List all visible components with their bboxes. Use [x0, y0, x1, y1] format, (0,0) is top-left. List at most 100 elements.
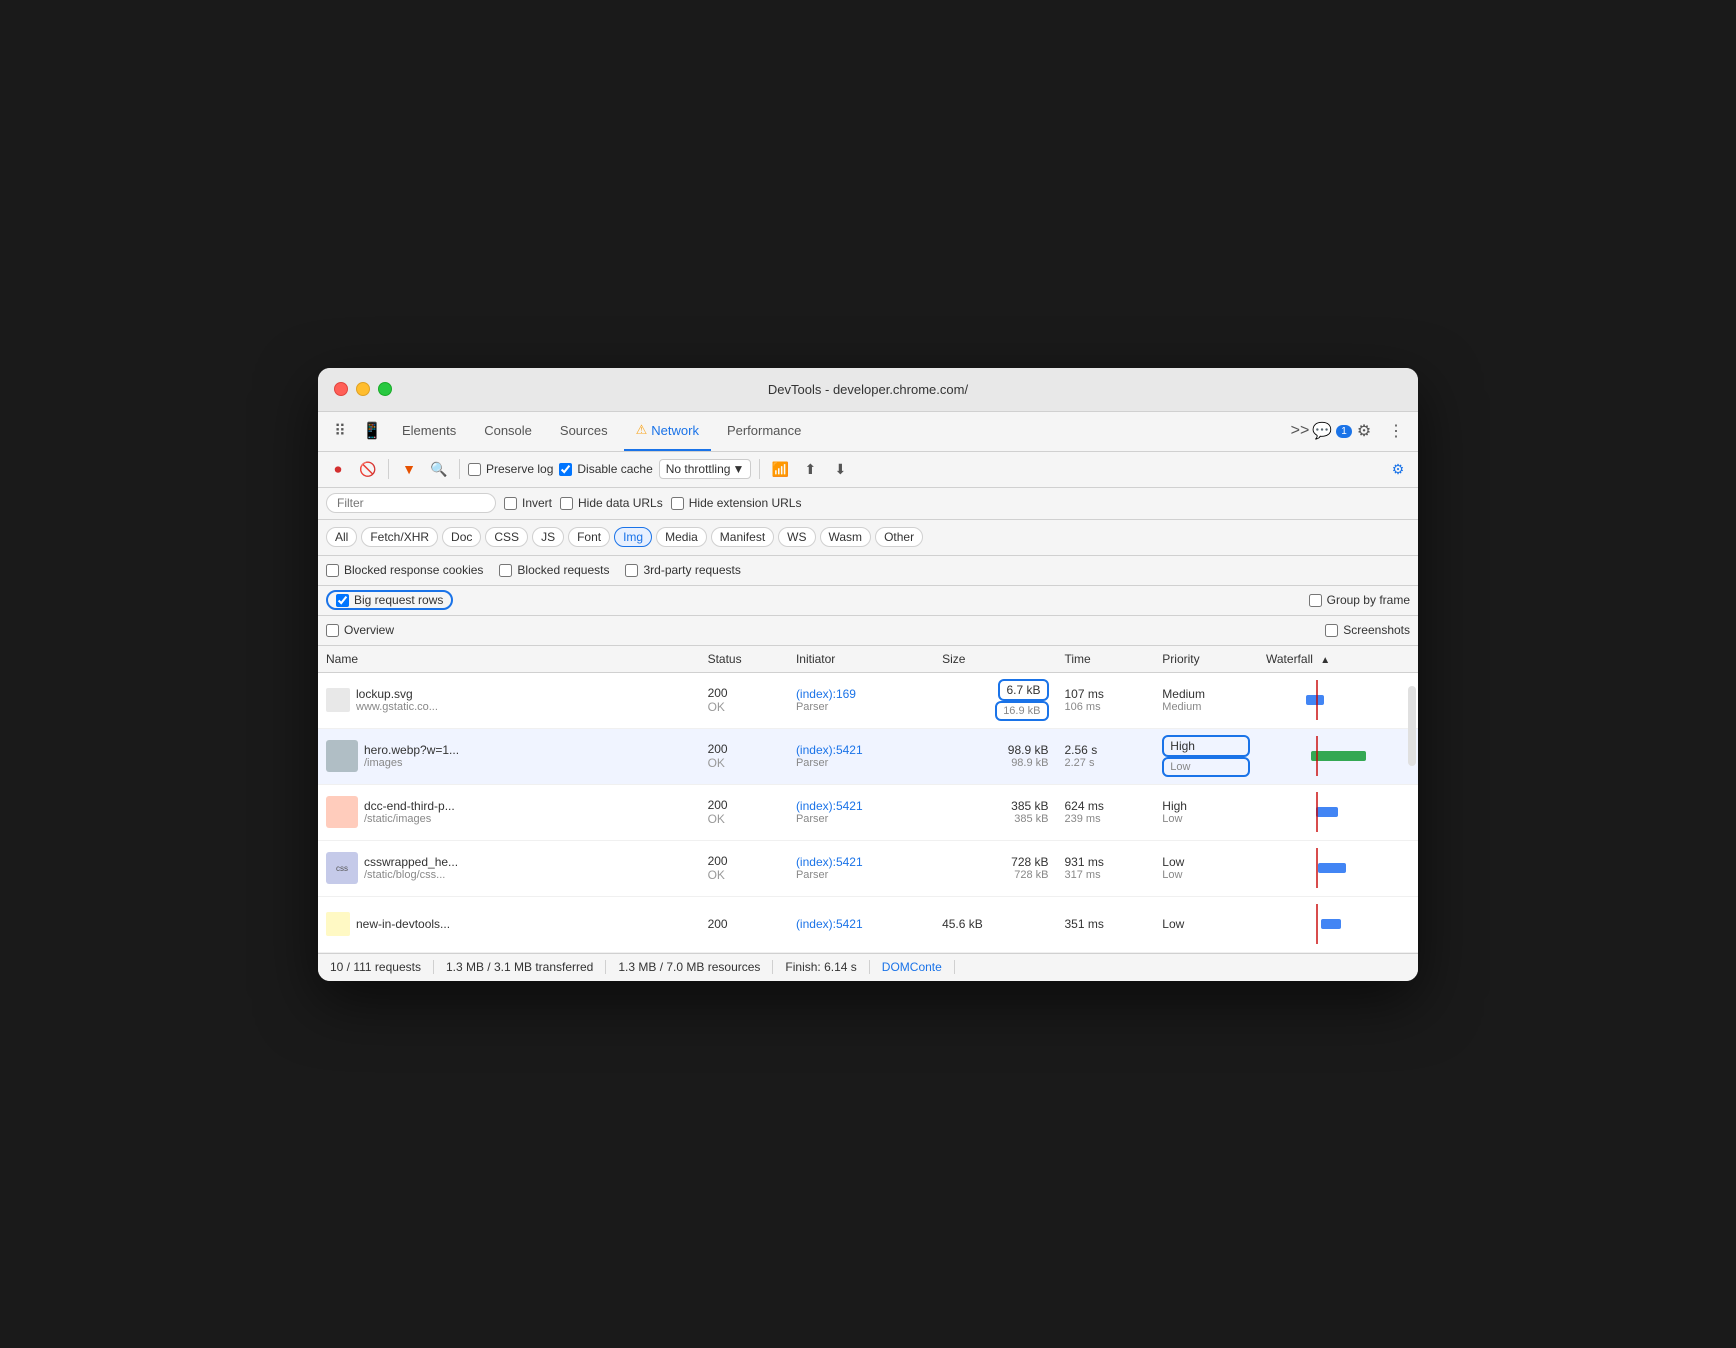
tab-network[interactable]: ⚠ Network [624, 411, 711, 451]
waterfall-cell [1258, 784, 1418, 840]
close-button[interactable] [334, 382, 348, 396]
feedback-button[interactable]: 💬1 [1318, 417, 1346, 445]
initiator-cell: (index):169 Parser [788, 672, 934, 728]
wifi-icon[interactable]: 📶 [768, 457, 792, 481]
upload-icon[interactable]: ⬆ [798, 457, 822, 481]
big-request-rows-label[interactable]: Big request rows [326, 590, 453, 610]
table-row[interactable]: lockup.svg www.gstatic.co... 200 OK [318, 672, 1418, 728]
table-header: Name Status Initiator Size Time Priority… [318, 646, 1418, 673]
initiator-link[interactable]: (index):5421 [796, 855, 926, 869]
col-initiator[interactable]: Initiator [788, 646, 934, 673]
type-filter-ws[interactable]: WS [778, 527, 815, 547]
screenshots-label[interactable]: Screenshots [1325, 623, 1410, 637]
hide-ext-urls-checkbox[interactable] [671, 497, 684, 510]
tab-performance[interactable]: Performance [715, 411, 813, 451]
gear-icon[interactable]: ⚙ [1386, 457, 1410, 481]
blocked-requests-checkbox[interactable] [499, 564, 512, 577]
type-filter-js[interactable]: JS [532, 527, 564, 547]
initiator-link[interactable]: (index):5421 [796, 799, 926, 813]
overview-label[interactable]: Overview [326, 623, 394, 637]
waterfall-cell [1258, 896, 1418, 952]
priority-highlighted: High [1162, 735, 1250, 757]
preserve-log-label[interactable]: Preserve log [468, 462, 553, 476]
initiator-link[interactable]: (index):5421 [796, 917, 863, 931]
download-icon[interactable]: ⬇ [828, 457, 852, 481]
type-filter-doc[interactable]: Doc [442, 527, 481, 547]
initiator-link[interactable]: (index):169 [796, 687, 926, 701]
tab-console[interactable]: Console [472, 411, 544, 451]
table-row[interactable]: new-in-devtools... 200 (index):5421 45.6… [318, 896, 1418, 952]
group-by-frame-checkbox[interactable] [1309, 594, 1322, 607]
hide-ext-urls-label[interactable]: Hide extension URLs [671, 496, 802, 510]
waterfall-redline [1316, 848, 1318, 888]
settings-icon[interactable]: ⚙ [1350, 417, 1378, 445]
type-filter-all[interactable]: All [326, 527, 357, 547]
col-priority[interactable]: Priority [1154, 646, 1258, 673]
col-name[interactable]: Name [318, 646, 700, 673]
table-row[interactable]: hero.webp?w=1... /images 200 OK [318, 728, 1418, 784]
more-options-icon[interactable]: ⋮ [1382, 417, 1410, 445]
domcontent-link[interactable]: DOMConte [870, 960, 955, 974]
type-filter-css[interactable]: CSS [485, 527, 528, 547]
waterfall-bar [1316, 807, 1338, 817]
badge-count: 1 [1336, 425, 1352, 438]
initiator-cell: (index):5421 [788, 896, 934, 952]
tab-elements[interactable]: Elements [390, 411, 468, 451]
table-row[interactable]: dcc-end-third-p... /static/images 200 OK [318, 784, 1418, 840]
priority-cell: Low [1154, 896, 1258, 952]
third-party-checkbox[interactable] [625, 564, 638, 577]
devtools-tab-bar: ⠿ 📱 Elements Console Sources ⚠ Network P… [318, 412, 1418, 452]
disable-cache-checkbox[interactable] [559, 463, 572, 476]
more-tabs-button[interactable]: >> [1286, 417, 1314, 445]
name-cell: css csswrapped_he... /static/blog/css... [318, 840, 700, 896]
stop-recording-button[interactable]: ⏺ [326, 457, 350, 481]
invert-label[interactable]: Invert [504, 496, 552, 510]
status-bar: 10 / 111 requests 1.3 MB / 3.1 MB transf… [318, 953, 1418, 981]
type-filter-media[interactable]: Media [656, 527, 707, 547]
type-filter-manifest[interactable]: Manifest [711, 527, 774, 547]
screenshots-checkbox[interactable] [1325, 624, 1338, 637]
col-time[interactable]: Time [1057, 646, 1155, 673]
blocked-cookies-checkbox[interactable] [326, 564, 339, 577]
type-filter-wasm[interactable]: Wasm [820, 527, 872, 547]
resources-size: 1.3 MB / 7.0 MB resources [606, 960, 773, 974]
maximize-button[interactable] [378, 382, 392, 396]
type-filter-fetch-xhr[interactable]: Fetch/XHR [361, 527, 438, 547]
invert-checkbox[interactable] [504, 497, 517, 510]
inspect-icon[interactable]: ⠿ [326, 417, 354, 445]
initiator-cell: (index):5421 Parser [788, 840, 934, 896]
name-cell: new-in-devtools... [318, 896, 700, 952]
group-by-frame-label[interactable]: Group by frame [1309, 593, 1410, 607]
priority-sub-highlighted: Low [1162, 757, 1250, 777]
big-request-rows-checkbox[interactable] [336, 594, 349, 607]
minimize-button[interactable] [356, 382, 370, 396]
overview-checkbox[interactable] [326, 624, 339, 637]
scrollbar[interactable] [1408, 686, 1416, 766]
tab-sources[interactable]: Sources [548, 411, 620, 451]
size-cell: 6.7 kB 16.9 kB [934, 672, 1056, 728]
hide-data-urls-label[interactable]: Hide data URLs [560, 496, 663, 510]
waterfall-bar [1306, 695, 1324, 705]
col-status[interactable]: Status [700, 646, 788, 673]
type-filter-other[interactable]: Other [875, 527, 923, 547]
preserve-log-checkbox[interactable] [468, 463, 481, 476]
disable-cache-label[interactable]: Disable cache [559, 462, 652, 476]
type-filter-img[interactable]: Img [614, 527, 652, 547]
type-filter-font[interactable]: Font [568, 527, 610, 547]
filter-input[interactable] [326, 493, 496, 513]
waterfall-redline [1316, 736, 1318, 776]
table-row[interactable]: css csswrapped_he... /static/blog/css...… [318, 840, 1418, 896]
col-waterfall[interactable]: Waterfall ▲ [1258, 646, 1418, 673]
blocked-cookies-label[interactable]: Blocked response cookies [326, 563, 483, 577]
col-size[interactable]: Size [934, 646, 1056, 673]
device-toolbar-icon[interactable]: 📱 [358, 417, 386, 445]
third-party-label[interactable]: 3rd-party requests [625, 563, 740, 577]
size-cell: 45.6 kB [934, 896, 1056, 952]
filter-icon[interactable]: ▼ [397, 457, 421, 481]
hide-data-urls-checkbox[interactable] [560, 497, 573, 510]
throttle-select[interactable]: No throttling ▼ [659, 459, 752, 479]
search-icon[interactable]: 🔍 [427, 457, 451, 481]
blocked-requests-label[interactable]: Blocked requests [499, 563, 609, 577]
initiator-link[interactable]: (index):5421 [796, 743, 926, 757]
clear-button[interactable]: 🚫 [356, 457, 380, 481]
